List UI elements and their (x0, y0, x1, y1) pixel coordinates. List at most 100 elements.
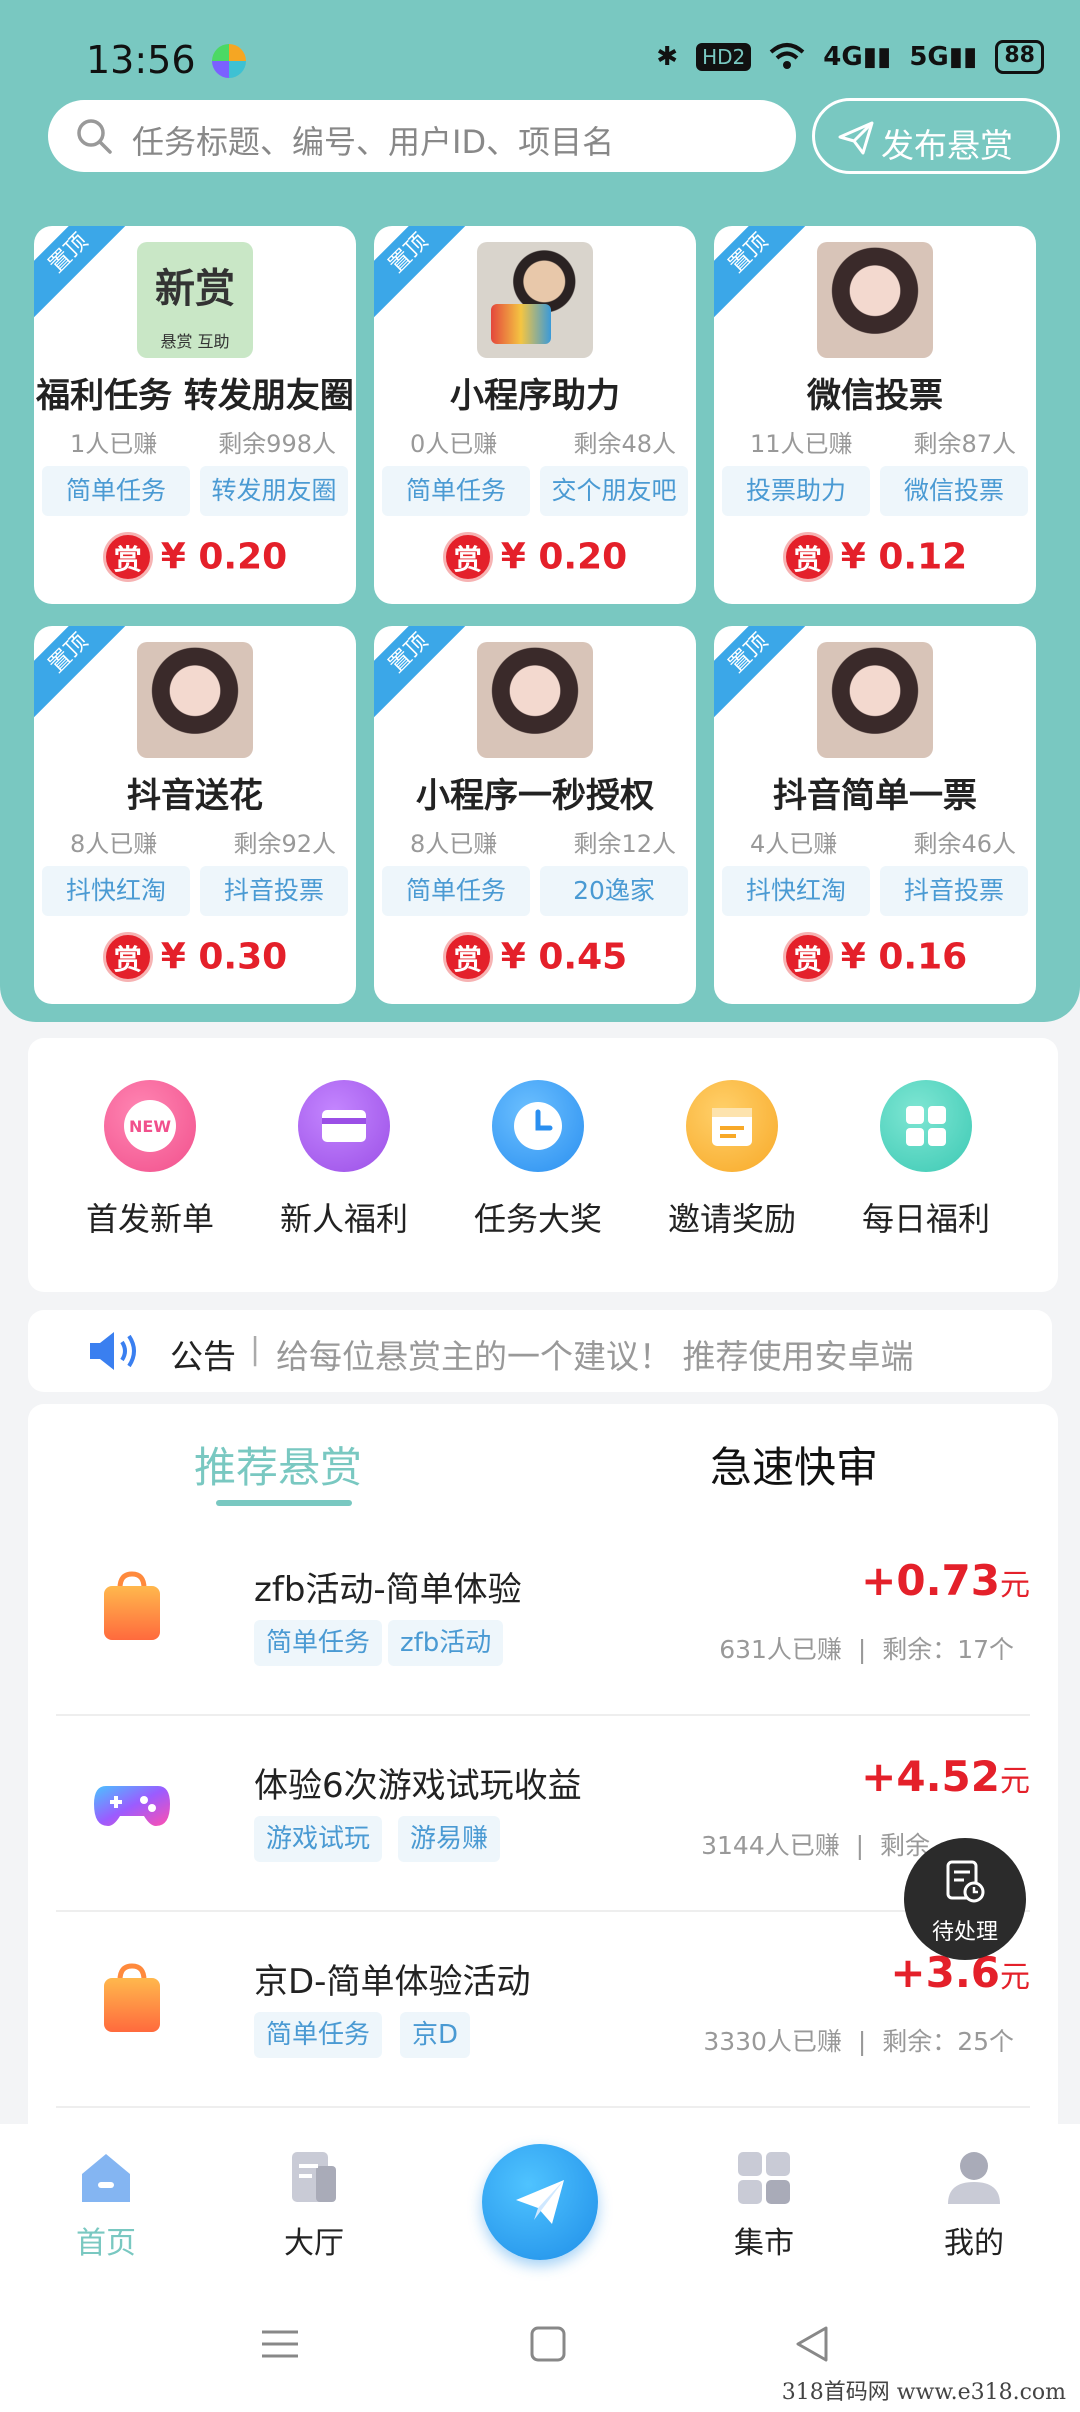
signal-5g-icon: 5G▮▮ (909, 42, 978, 72)
home-square-icon[interactable] (526, 2322, 570, 2366)
task-remaining: 剩余：17个 (882, 1635, 1014, 1664)
card-remaining: 剩余48人 (573, 430, 676, 458)
signal-5g-label: 5G (909, 42, 949, 72)
announcement-message: 给每位悬赏主的一个建议！ 推荐使用安卓端 (276, 1337, 914, 1376)
task-remaining: 剩余：25个 (882, 2027, 1014, 2056)
task-meta: 631人已赚 | 剩余：17个 (719, 1630, 1014, 1666)
tab-recommended[interactable]: 推荐悬赏 (194, 1434, 362, 1495)
card-tag: 简单任务 (382, 466, 530, 516)
nav-hall[interactable]: 大厅 (244, 2146, 384, 2262)
reward-badge-icon: 赏 (442, 532, 493, 582)
paper-plane-icon (838, 121, 874, 155)
system-navigation-bar: 318首码网 www.e318.com (0, 2292, 1080, 2412)
task-meta: 3330人已赚 | 剩余：25个 (703, 2022, 1014, 2058)
reward-badge-icon: 赏 (102, 932, 153, 982)
quick-item-first-order[interactable]: NEW 首发新单 (70, 1080, 230, 1240)
card-reward: 赏 ¥ 0.12 (714, 532, 1036, 582)
card-thumbnail (477, 642, 593, 758)
quick-item-daily[interactable]: 每日福利 (846, 1080, 1006, 1240)
announcement-bar[interactable]: 公告 | 给每位悬赏主的一个建议！ 推荐使用安卓端 (28, 1310, 1052, 1392)
task-card[interactable]: 置顶 微信投票 11人已赚 剩余87人 投票助力 微信投票 赏 ¥ 0.12 (714, 226, 1036, 604)
card-tag: 简单任务 (382, 866, 530, 916)
quick-item-grand-prize[interactable]: 任务大奖 (458, 1080, 618, 1240)
card-earned: 8人已赚 (70, 830, 158, 858)
card-tag: 抖音投票 (880, 866, 1028, 916)
card-tag: 交个朋友吧 (540, 466, 688, 516)
task-earned: 631人已赚 (719, 1635, 842, 1664)
pinned-ribbon: 置顶 (34, 226, 137, 322)
bluetooth-icon: ✱ (656, 42, 679, 72)
publish-center-button[interactable] (482, 2144, 598, 2260)
price-unit: 元 (1000, 1960, 1030, 1995)
pinned-ribbon: 置顶 (374, 226, 477, 322)
price-value: +4.52 (861, 1752, 1000, 1801)
status-bar: 13:56 ✱ HD2 4G▮▮ 5G▮▮ 88 (0, 0, 1080, 96)
card-remaining: 剩余998人 (218, 430, 336, 458)
user-icon (942, 2146, 1006, 2210)
shopping-bag-icon (104, 1963, 160, 2032)
task-tag: 简单任务 (254, 2012, 383, 2058)
card-thumbnail: 新赏 悬赏 互助 (137, 242, 253, 358)
reward-amount: ¥ 0.16 (840, 936, 968, 978)
quick-item-newbie[interactable]: 新人福利 (264, 1080, 424, 1240)
new-badge-text: NEW (129, 1117, 171, 1136)
card-reward: 赏 ¥ 0.45 (374, 932, 696, 982)
pending-button[interactable]: 待处理 (904, 1838, 1026, 1960)
nav-home[interactable]: 首页 (36, 2146, 176, 2262)
search-placeholder: 任务标题、编号、用户ID、项目名 (132, 123, 615, 161)
publish-reward-button[interactable]: 发布悬赏 (812, 98, 1060, 174)
card-thumbnail (817, 642, 933, 758)
quick-item-label: 任务大奖 (473, 1200, 602, 1238)
menu-icon[interactable] (258, 2322, 302, 2366)
card-thumbnail (137, 642, 253, 758)
reward-amount: ¥ 0.12 (840, 536, 968, 578)
paper-plane-icon (516, 2180, 564, 2224)
card-tag: 简单任务 (42, 466, 190, 516)
task-name: zfb活动-简单体验 (254, 1570, 522, 1610)
task-row[interactable]: 体验6次游戏试玩收益 游戏试玩 游易赚 +4.52元 3144人已赚 | 剩余 (56, 1716, 1030, 1912)
grid-icon (732, 2146, 796, 2210)
quick-item-label: 邀请奖励 (667, 1200, 796, 1238)
search-input[interactable]: 任务标题、编号、用户ID、项目名 (48, 100, 796, 172)
card-remaining: 剩余12人 (573, 830, 676, 858)
search-icon (77, 119, 112, 154)
pinned-ribbon: 置顶 (374, 626, 477, 722)
card-title: 小程序一秒授权 (416, 776, 654, 816)
task-card[interactable]: 置顶 小程序一秒授权 8人已赚 剩余12人 简单任务 20逸家 赏 ¥ 0.45 (374, 626, 696, 1004)
thumbnail-logo-subtext: 悬赏 互助 (160, 332, 230, 351)
card-remaining: 剩余87人 (913, 430, 1016, 458)
card-tag: 微信投票 (880, 466, 1028, 516)
task-card[interactable]: 置顶 抖音简单一票 4人已赚 剩余46人 抖快红淘 抖音投票 赏 ¥ 0.16 (714, 626, 1036, 1004)
status-time: 13:56 (86, 38, 196, 82)
pinned-ribbon: 置顶 (714, 626, 817, 722)
task-card[interactable]: 置顶 小程序助力 0人已赚 剩余48人 简单任务 交个朋友吧 赏 ¥ 0.20 (374, 226, 696, 604)
status-icons: ✱ HD2 4G▮▮ 5G▮▮ 88 (656, 40, 1044, 74)
task-earned: 3144人已赚 (701, 1831, 840, 1860)
tab-fast-review[interactable]: 急速快审 (710, 1434, 878, 1495)
signal-4g-label: 4G (823, 42, 863, 72)
speaker-icon (90, 1332, 136, 1370)
nav-market[interactable]: 集市 (694, 2146, 834, 2262)
card-reward: 赏 ¥ 0.20 (34, 532, 356, 582)
nav-mine[interactable]: 我的 (904, 2146, 1044, 2262)
task-tag: 简单任务 (254, 1620, 383, 1666)
task-tag: zfb活动 (388, 1620, 504, 1666)
price-unit: 元 (1000, 1764, 1030, 1799)
quick-item-invite[interactable]: 邀请奖励 (652, 1080, 812, 1240)
task-tag: 京D (400, 2012, 471, 2058)
quick-item-label: 每日福利 (861, 1200, 990, 1238)
pinned-ribbon: 置顶 (714, 226, 817, 322)
reward-list-panel: 推荐悬赏 急速快审 zfb活动-简单体验 简单任务 zfb活动 +0.73元 6… (28, 1404, 1058, 2124)
task-row[interactable]: 京D-简单体验活动 简单任务 京D +3.6元 3330人已赚 | 剩余：25个 (56, 1912, 1030, 2108)
task-row[interactable]: zfb活动-简单体验 简单任务 zfb活动 +0.73元 631人已赚 | 剩余… (56, 1520, 1030, 1716)
reward-badge-icon: 赏 (782, 932, 833, 982)
back-icon[interactable] (790, 2322, 834, 2366)
card-remaining: 剩余92人 (233, 830, 336, 858)
reward-badge-icon: 赏 (442, 932, 493, 982)
card-thumbnail (477, 242, 593, 358)
price-unit: 元 (1000, 1568, 1030, 1603)
task-card[interactable]: 置顶 新赏 悬赏 互助 福利任务 转发朋友圈 1人已赚 剩余998人 简单任务 … (34, 226, 356, 604)
reward-badge-icon: 赏 (102, 532, 153, 582)
calendar-icon (686, 1080, 778, 1172)
task-card[interactable]: 置顶 抖音送花 8人已赚 剩余92人 抖快红淘 抖音投票 赏 ¥ 0.30 (34, 626, 356, 1004)
